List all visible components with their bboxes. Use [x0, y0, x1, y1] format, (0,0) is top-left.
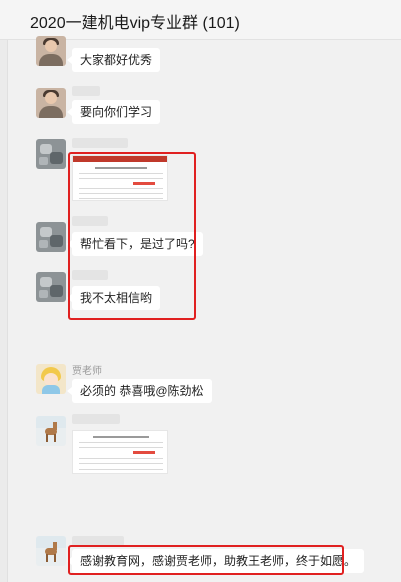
grey-pattern-icon[interactable]	[36, 139, 66, 169]
sidebar-edge	[0, 40, 8, 582]
grey-pattern-icon[interactable]	[36, 272, 66, 302]
sender-name-blurred	[72, 414, 120, 424]
chat-header: 2020一建机电vip专业群 (101)	[0, 0, 401, 40]
deer-icon[interactable]	[36, 416, 66, 446]
highlight-box	[68, 152, 196, 320]
sender-name-blurred	[72, 86, 100, 96]
sender-name-blurred	[72, 138, 128, 148]
person-icon[interactable]	[36, 88, 66, 118]
sender-name: 贾老师	[72, 366, 102, 377]
score-screenshot-image[interactable]	[72, 430, 168, 474]
message-bubble[interactable]: 必须的 恭喜哦@陈劲松	[67, 379, 212, 403]
chat-title: 2020一建机电vip专业群 (101)	[30, 15, 240, 32]
highlight-box	[68, 545, 344, 575]
grey-pattern-icon[interactable]	[36, 222, 66, 252]
deer-icon[interactable]	[36, 536, 66, 566]
person-icon[interactable]	[36, 36, 66, 66]
cartoon-girl-icon[interactable]	[36, 364, 66, 394]
message-bubble[interactable]: 要向你们学习	[66, 100, 161, 124]
message-bubble[interactable]: 大家都好优秀	[66, 48, 161, 72]
